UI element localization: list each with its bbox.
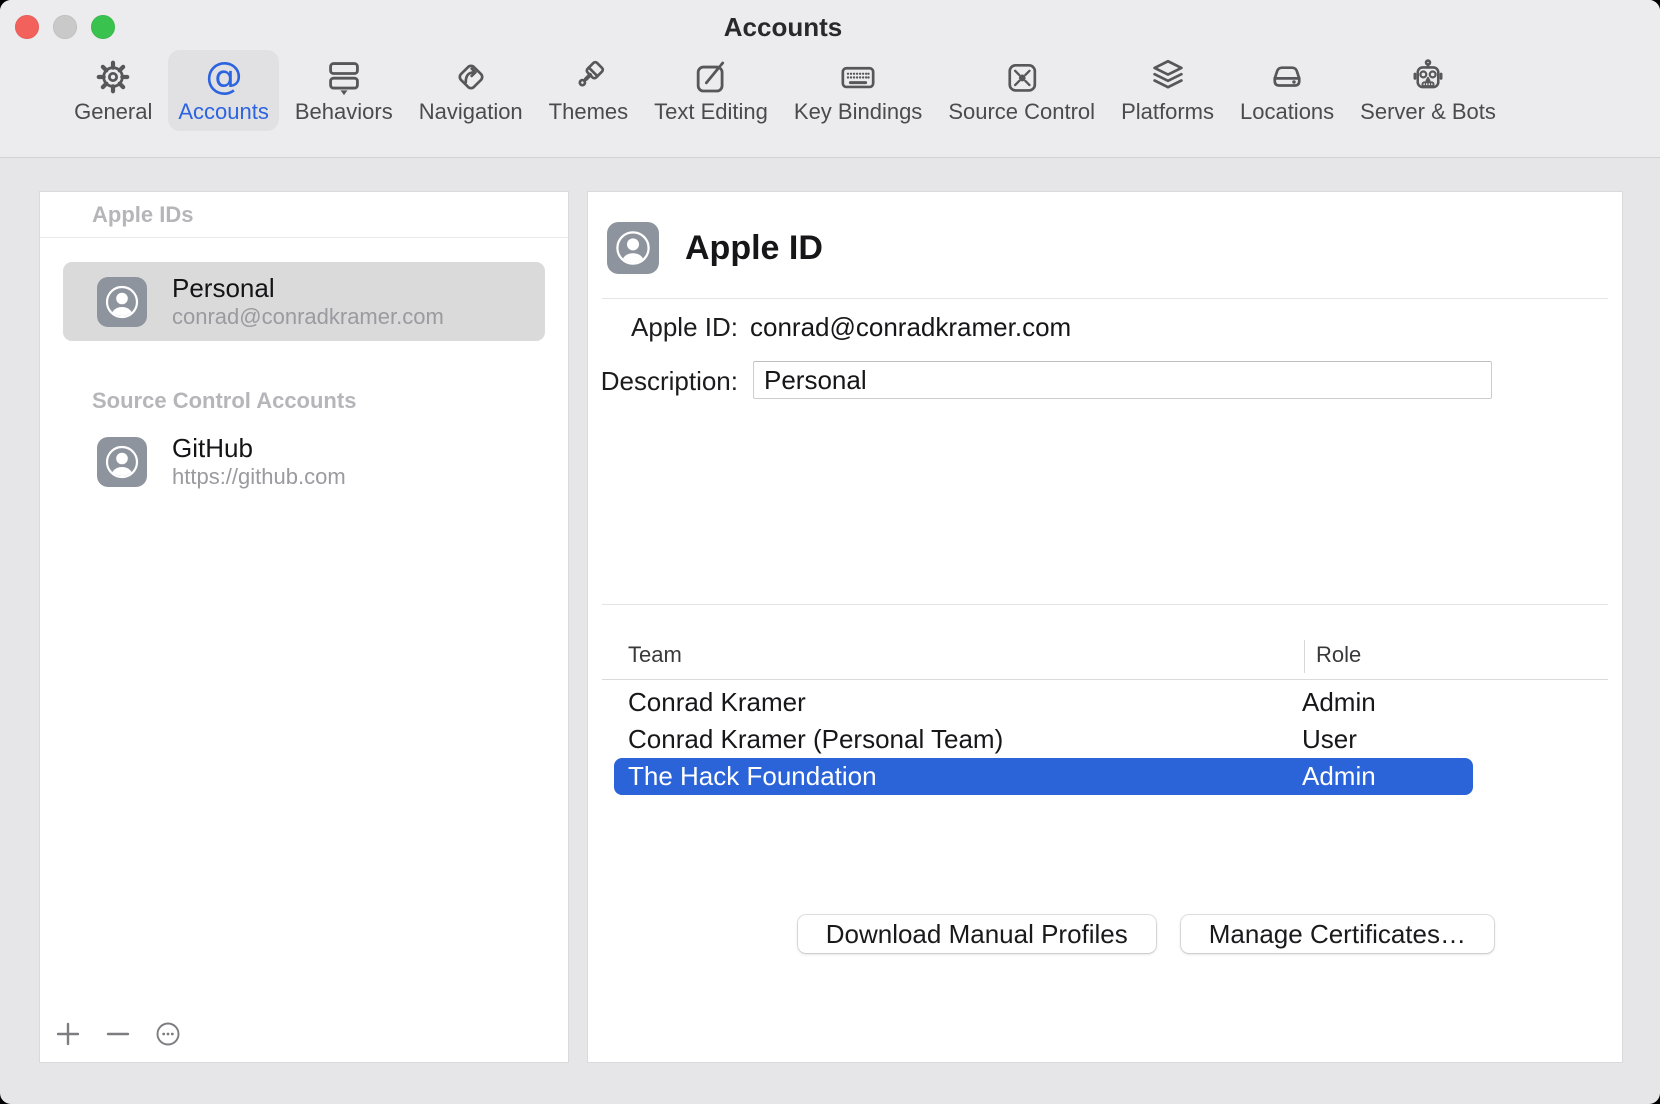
paintbrush-icon bbox=[567, 56, 609, 98]
svg-text:@: @ bbox=[205, 56, 242, 98]
column-header-team: Team bbox=[628, 642, 682, 668]
sidebar-section-apple-ids: Apple IDs bbox=[40, 192, 568, 238]
download-manual-profiles-button[interactable]: Download Manual Profiles bbox=[798, 915, 1156, 953]
tab-label: Server & Bots bbox=[1360, 99, 1496, 125]
description-label: Description: bbox=[588, 366, 738, 397]
settings-toolbar: General @ Accounts Behaviors bbox=[0, 50, 1570, 131]
close-button[interactable] bbox=[15, 15, 39, 39]
minus-icon remove-account-button[interactable] bbox=[103, 1019, 133, 1049]
sidebar-actions bbox=[53, 1012, 183, 1056]
gear-icon bbox=[92, 56, 134, 98]
teams-table-header: Team Role bbox=[602, 628, 1608, 680]
tab-platforms[interactable]: Platforms bbox=[1111, 50, 1224, 131]
person-avatar-icon bbox=[97, 277, 147, 327]
teams-table: Conrad Kramer Admin Conrad Kramer (Perso… bbox=[614, 684, 1473, 795]
tab-text-editing[interactable]: Text Editing bbox=[644, 50, 778, 131]
keyboard-icon bbox=[837, 56, 879, 98]
drive-icon bbox=[1266, 56, 1308, 98]
team-cell: The Hack Foundation bbox=[614, 761, 1290, 792]
divider bbox=[602, 604, 1608, 605]
role-cell: Admin bbox=[1290, 761, 1376, 792]
tab-behaviors[interactable]: Behaviors bbox=[285, 50, 403, 131]
title-toolbar-area: Accounts General @ Accounts bbox=[0, 0, 1660, 158]
minimize-button[interactable] bbox=[53, 15, 77, 39]
tab-label: Themes bbox=[549, 99, 628, 125]
sidebar-item-personal[interactable]: Personal conrad@conradkramer.com bbox=[63, 262, 545, 341]
navigation-icon bbox=[450, 56, 492, 98]
tab-label: Locations bbox=[1240, 99, 1334, 125]
detail-header: Apple ID bbox=[607, 222, 823, 274]
tab-server-bots[interactable]: Server & Bots bbox=[1350, 50, 1506, 131]
tab-locations[interactable]: Locations bbox=[1230, 50, 1344, 131]
sidebar-item-github[interactable]: GitHub https://github.com bbox=[63, 422, 545, 501]
tab-accounts[interactable]: @ Accounts bbox=[168, 50, 279, 131]
tab-source-control[interactable]: Source Control bbox=[938, 50, 1105, 131]
person-avatar-icon bbox=[607, 222, 659, 274]
account-subtitle: conrad@conradkramer.com bbox=[172, 305, 444, 329]
role-cell: User bbox=[1290, 724, 1357, 755]
tab-label: Platforms bbox=[1121, 99, 1214, 125]
divider bbox=[602, 298, 1608, 299]
xcode-settings-window: Accounts General @ Accounts bbox=[0, 0, 1660, 1104]
tab-general[interactable]: General bbox=[64, 50, 162, 131]
window-title: Accounts bbox=[724, 12, 842, 43]
robot-icon bbox=[1407, 56, 1449, 98]
behaviors-icon bbox=[323, 56, 365, 98]
detail-buttons: Download Manual Profiles Manage Certific… bbox=[798, 915, 1494, 953]
at-icon: @ bbox=[203, 56, 245, 98]
team-cell: Conrad Kramer (Personal Team) bbox=[614, 724, 1290, 755]
role-cell: Admin bbox=[1290, 687, 1376, 718]
traffic-lights bbox=[15, 15, 115, 39]
source-control-icon bbox=[1001, 56, 1043, 98]
ellipsis-circle-icon more-options-button[interactable] bbox=[153, 1019, 183, 1049]
platforms-icon bbox=[1147, 56, 1189, 98]
plus-icon add-account-button[interactable] bbox=[53, 1019, 83, 1049]
table-row[interactable]: Conrad Kramer (Personal Team) User bbox=[614, 721, 1473, 758]
team-cell: Conrad Kramer bbox=[614, 687, 1290, 718]
column-separator bbox=[1304, 640, 1305, 673]
apple-id-value: conrad@conradkramer.com bbox=[750, 312, 1071, 343]
tab-key-bindings[interactable]: Key Bindings bbox=[784, 50, 932, 131]
apple-id-label: Apple ID: bbox=[588, 312, 738, 343]
tab-label: Key Bindings bbox=[794, 99, 922, 125]
accounts-sidebar: Apple IDs Personal conrad@conradkramer.c… bbox=[40, 192, 568, 1062]
tab-label: General bbox=[74, 99, 152, 125]
tab-navigation[interactable]: Navigation bbox=[409, 50, 533, 131]
tab-label: Navigation bbox=[419, 99, 523, 125]
table-row-selected[interactable]: The Hack Foundation Admin bbox=[614, 758, 1473, 795]
table-row[interactable]: Conrad Kramer Admin bbox=[614, 684, 1473, 721]
manage-certificates-button[interactable]: Manage Certificates… bbox=[1181, 915, 1494, 953]
sidebar-section-source-control: Source Control Accounts bbox=[92, 388, 356, 414]
tab-themes[interactable]: Themes bbox=[539, 50, 638, 131]
column-header-role: Role bbox=[1316, 642, 1361, 668]
tab-label: Text Editing bbox=[654, 99, 768, 125]
text-editing-icon bbox=[690, 56, 732, 98]
account-subtitle: https://github.com bbox=[172, 465, 346, 489]
apple-id-detail-panel: Apple ID Apple ID: conrad@conradkramer.c… bbox=[588, 192, 1622, 1062]
tab-label: Behaviors bbox=[295, 99, 393, 125]
detail-title: Apple ID bbox=[685, 229, 823, 268]
person-avatar-icon bbox=[97, 437, 147, 487]
tab-label: Source Control bbox=[948, 99, 1095, 125]
description-input[interactable] bbox=[753, 361, 1492, 399]
tab-label: Accounts bbox=[178, 99, 269, 125]
account-title: GitHub bbox=[172, 434, 346, 463]
account-title: Personal bbox=[172, 274, 444, 303]
zoom-button[interactable] bbox=[91, 15, 115, 39]
